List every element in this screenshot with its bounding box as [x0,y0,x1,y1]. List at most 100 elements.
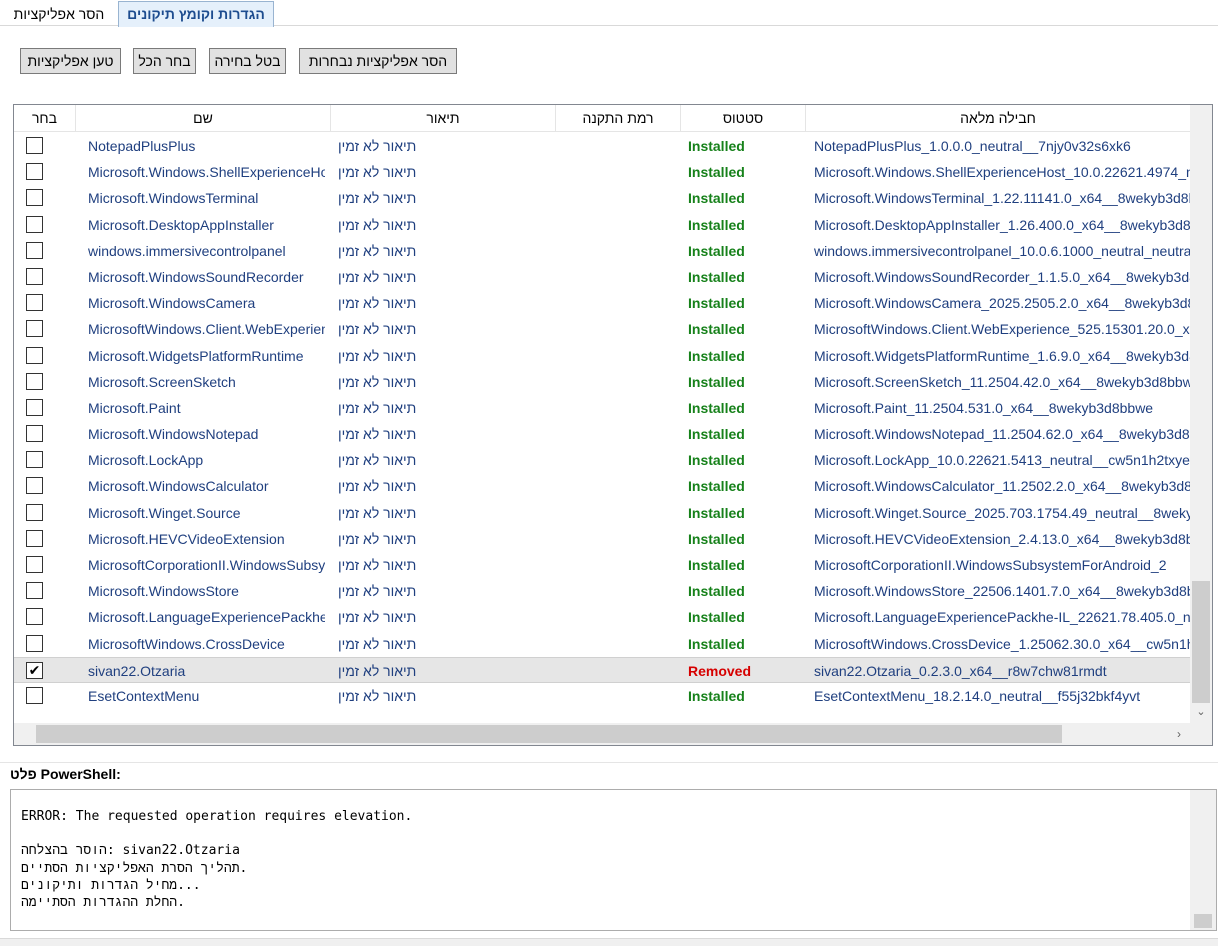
row-checkbox[interactable] [26,582,43,600]
remove-selected-button[interactable]: הסר אפליקציות נבחרות [299,48,457,74]
tab-settings-tweaks[interactable]: הגדרות וקומץ תיקונים [118,1,274,27]
row-checkbox[interactable] [26,529,43,547]
row-checkbox-cell [26,526,44,552]
row-checkbox-cell [26,473,44,499]
row-checkbox-cell [26,421,44,447]
apps-list[interactable]: בחר שם תיאור רמת התקנה סטטוס חבילה מלאה … [13,104,1213,746]
row-description: תיאור לא זמין [338,687,417,704]
list-header: בחר שם תיאור רמת התקנה סטטוס חבילה מלאה [14,105,1190,132]
row-checkbox[interactable] [26,398,43,416]
output-label: פלט PowerShell: [10,766,121,782]
table-row[interactable]: Microsoft.WindowsStore תיאור לא זמין Insta… [14,578,1190,604]
table-row[interactable]: Microsoft.WidgetsPlatformRuntime תיאור לא… [14,343,1190,369]
col-status-header[interactable]: סטטוס [681,105,806,132]
row-checkbox[interactable] [26,189,43,207]
scroll-right-icon[interactable]: › [1170,723,1188,745]
row-checkbox[interactable] [26,634,43,652]
row-checkbox[interactable] [26,215,43,233]
vertical-scroll-thumb[interactable] [1192,581,1210,703]
row-full-package: MicrosoftWindows.Client.WebExperience_52… [814,321,1190,338]
row-description: תיאור לא זמין [338,426,417,443]
row-checkbox[interactable] [26,320,43,338]
table-row[interactable]: ✔ sivan22.Otzaria תיאור לא זמין Removed siva… [14,656,1190,683]
row-full-package: Microsoft.HEVCVideoExtension_2.4.13.0_x6… [814,530,1190,547]
row-description: תיאור לא זמין [338,138,417,154]
row-checkbox[interactable] [26,608,43,626]
output-scrollbar[interactable] [1190,790,1216,930]
table-row[interactable]: MicrosoftWindows.CrossDevice תיאור לא זמי… [14,631,1190,657]
row-checkbox[interactable] [26,686,43,704]
row-checkbox[interactable]: ✔ [26,661,43,679]
row-description: תיאור לא זמין [338,295,417,312]
table-row[interactable]: Microsoft.LockApp תיאור לא זמין Installed M… [14,447,1190,473]
row-checkbox[interactable] [26,294,43,312]
row-full-package: Microsoft.WindowsCalculator_11.2502.2.0_… [814,478,1190,495]
output-scroll-thumb[interactable] [1194,914,1212,928]
vertical-scrollbar[interactable]: ⌄ [1190,105,1212,723]
row-checkbox[interactable] [26,372,43,390]
col-install-level-header[interactable]: רמת התקנה [556,105,681,132]
row-checkbox[interactable] [26,503,43,521]
row-name: Microsoft.WindowsCamera [88,295,256,312]
row-name: Microsoft.WindowsCalculator [88,478,269,495]
row-checkbox[interactable] [26,556,43,573]
row-checkbox-cell [26,264,44,290]
bottom-scrollbar[interactable] [0,938,1218,946]
table-row[interactable]: NotepadPlusPlus תיאור לא זמין Installed Not… [14,133,1190,159]
output-textbox[interactable]: ERROR: The requested operation requires … [10,789,1217,931]
load-apps-button[interactable]: טען אפליקציות [20,48,121,74]
row-description: תיאור לא זמין [338,504,417,521]
row-name: MicrosoftWindows.CrossDevice [88,635,285,652]
row-checkbox[interactable] [26,425,43,443]
row-status: Installed [688,583,745,600]
deselect-button[interactable]: בטל בחירה [209,48,286,74]
table-row[interactable]: MicrosoftCorporationII.WindowsSubsystemF… [14,552,1190,578]
row-checkbox-cell [26,369,44,395]
row-name: EsetContextMenu [88,687,200,704]
table-row[interactable]: Microsoft.DesktopAppInstaller תיאור לא זמ… [14,212,1190,238]
horizontal-scrollbar[interactable]: › [14,723,1190,745]
row-checkbox[interactable] [26,267,43,285]
table-row[interactable]: Microsoft.WindowsNotepad תיאור לא זמין Ins… [14,421,1190,447]
row-checkbox-cell [26,316,44,342]
table-row[interactable]: Microsoft.WindowsSoundRecorder תיאור לא ז… [14,264,1190,290]
col-description-header[interactable]: תיאור [331,105,556,132]
select-all-button[interactable]: בחר הכל [133,48,196,74]
row-checkbox-cell [26,212,44,238]
table-row[interactable]: Microsoft.Paint תיאור לא זמין Installed Mic… [14,395,1190,421]
scroll-down-icon[interactable]: ⌄ [1190,705,1212,719]
row-status: Installed [688,609,745,626]
row-full-package: MicrosoftCorporationII.WindowsSubsystemF… [814,557,1167,573]
row-checkbox[interactable] [26,346,43,364]
table-row[interactable]: Microsoft.WindowsCamera תיאור לא זמין Inst… [14,290,1190,316]
row-description: תיאור לא זמין [338,216,417,233]
row-checkbox[interactable] [26,477,43,495]
col-full-package-header[interactable]: חבילה מלאה [806,105,1190,132]
col-select-header[interactable]: בחר [14,105,76,132]
col-name-header[interactable]: שם [76,105,331,132]
row-name: Microsoft.WindowsSoundRecorder [88,268,304,285]
row-name: Microsoft.WindowsStore [88,583,239,600]
row-full-package: EsetContextMenu_18.2.14.0_neutral__f55j3… [814,687,1141,704]
row-name: sivan22.Otzaria [88,662,186,679]
row-checkbox[interactable] [26,451,43,469]
horizontal-scroll-thumb[interactable] [36,725,1062,743]
row-checkbox[interactable] [26,163,43,181]
row-full-package: Microsoft.Windows.ShellExperienceHost_10… [814,164,1190,181]
table-row[interactable]: Microsoft.Winget.Source תיאור לא זמין Inst… [14,500,1190,526]
table-row[interactable]: Microsoft.WindowsCalculator תיאור לא זמין… [14,473,1190,499]
row-status: Installed [688,268,745,285]
table-row[interactable]: Microsoft.Windows.ShellExperienceHost תיא… [14,159,1190,185]
row-full-package: Microsoft.ScreenSketch_11.2504.42.0_x64_… [814,373,1190,390]
table-row[interactable]: Microsoft.HEVCVideoExtension תיאור לא זמי… [14,526,1190,552]
table-row[interactable]: windows.immersivecontrolpanel תיאור לא זמ… [14,238,1190,264]
table-row[interactable]: EsetContextMenu תיאור לא זמין Installed Ese… [14,683,1190,709]
table-row[interactable]: MicrosoftWindows.Client.WebExperience תיא… [14,316,1190,342]
table-row[interactable]: Microsoft.WindowsTerminal תיאור לא זמין In… [14,185,1190,211]
table-row[interactable]: Microsoft.ScreenSketch תיאור לא זמין Insta… [14,369,1190,395]
row-name: Microsoft.WidgetsPlatformRuntime [88,347,304,364]
row-checkbox[interactable] [26,241,43,259]
table-row[interactable]: Microsoft.LanguageExperiencePackhe-IL תיא… [14,604,1190,630]
tab-remove-apps[interactable]: הסר אפליקציות [2,3,116,26]
row-checkbox[interactable] [26,137,43,154]
